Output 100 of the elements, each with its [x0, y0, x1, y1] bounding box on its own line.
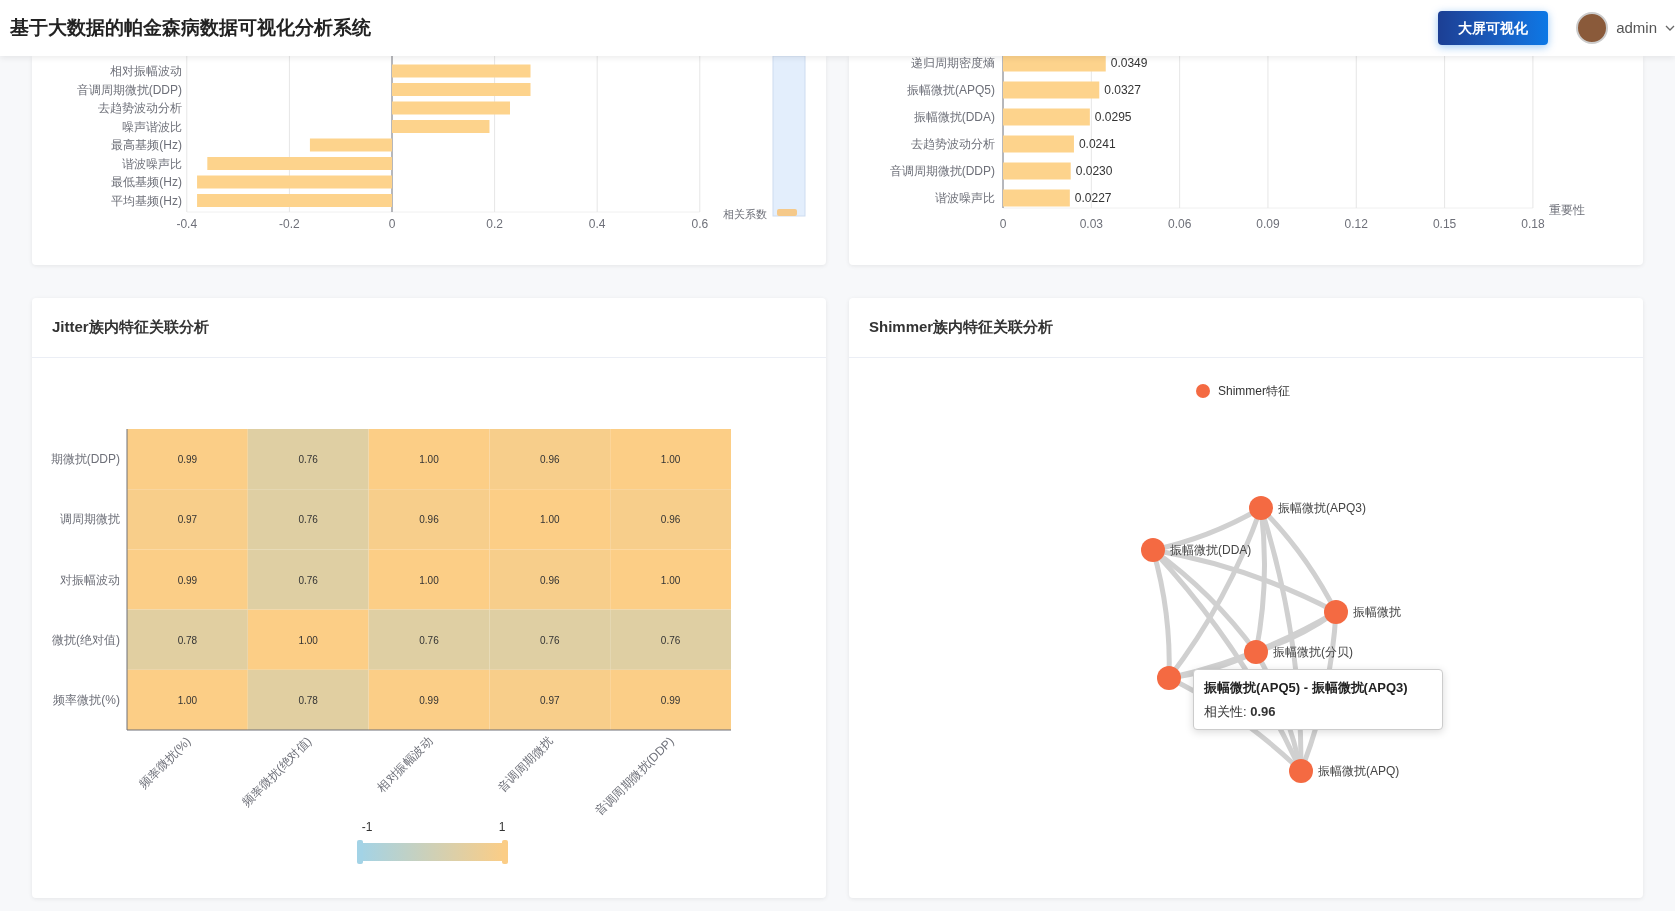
cell-value: 0.78	[298, 694, 318, 706]
cell-value: 1.00	[419, 454, 439, 466]
axis-label: 音调周期微扰(DDP)	[889, 164, 995, 178]
axis-tick-label: 0.18	[1521, 217, 1545, 231]
cell-value: 0.76	[298, 574, 318, 586]
bar	[1003, 135, 1074, 153]
axis-label: 微扰(绝对值)	[52, 632, 120, 647]
value-label: 0.0241	[1078, 137, 1116, 151]
axis-tick-label: 0	[999, 217, 1007, 231]
axis-label: 谐波噪声比	[935, 191, 995, 205]
cell-value: 0.99	[177, 574, 198, 586]
scale-label: -1	[361, 820, 373, 834]
graph-node[interactable]	[1244, 640, 1268, 664]
axis-tick-label: 0.4	[588, 217, 606, 231]
card-title: Shimmer族内特征关联分析	[869, 317, 1054, 338]
avatar[interactable]	[1576, 12, 1609, 44]
cell-value: 0.99	[419, 694, 439, 706]
chevron-down-icon[interactable]	[1665, 23, 1675, 33]
node-label: 振幅微扰(APQ)	[1318, 764, 1400, 778]
axis-label: 对振幅波动	[60, 572, 120, 587]
graph-node[interactable]	[1249, 496, 1273, 520]
axis-tick-label: 0.6	[691, 217, 709, 231]
axis-tick-label: -0.4	[176, 217, 198, 231]
axis-label: 相对振幅波动	[374, 734, 436, 796]
range-handle[interactable]	[502, 840, 508, 864]
axis-label: 去趋势波动分析	[911, 137, 995, 151]
value-label: 0.0327	[1104, 83, 1141, 97]
value-label: 0.0230	[1075, 164, 1113, 178]
axis-label: 频率微扰(绝对值)	[239, 734, 315, 810]
dashboard-button[interactable]: 大屏可视化	[1438, 11, 1549, 45]
cell-value: 1.00	[660, 454, 681, 466]
axis-label: 最高基频(Hz)	[111, 138, 182, 152]
cell-value: 0.96	[540, 574, 560, 586]
legend-label: Shimmer特征	[1218, 384, 1290, 398]
axis-label: 振幅微扰(DDA)	[913, 110, 995, 124]
axis-label: 期微扰(DDP)	[50, 452, 120, 467]
range-slider[interactable]	[772, 56, 806, 217]
cell-value: 1.00	[298, 634, 318, 646]
axis-label: 调周期微扰	[60, 512, 120, 527]
axis-label: 频率微扰(%)	[53, 692, 120, 707]
range-handle[interactable]	[357, 840, 363, 864]
axis-tick-label: 0.09	[1256, 217, 1280, 231]
graph-node[interactable]	[1141, 538, 1165, 562]
cell-value: 0.76	[419, 634, 439, 646]
scale-label: 1	[498, 820, 506, 834]
card-title: Jitter族内特征关联分析	[52, 317, 209, 338]
axis-label: 振幅微扰(APQ5)	[907, 83, 995, 97]
cell-value: 0.99	[177, 454, 198, 466]
cell-value: 1.00	[177, 694, 198, 706]
app-title: 基于大数据的帕金森病数据可视化分析系统	[10, 15, 371, 40]
range-handle[interactable]	[777, 209, 797, 216]
axis-title: 重要性	[1549, 203, 1585, 217]
graph-node[interactable]	[1157, 666, 1181, 690]
axis-tick-label: -0.2	[279, 217, 300, 231]
user-name[interactable]: admin	[1616, 16, 1657, 40]
axis-label: 去趋势波动分析	[98, 101, 182, 115]
node-label: 振幅微扰(APQ3)	[1278, 501, 1366, 515]
node-label: 振幅微扰(分贝)	[1273, 645, 1353, 659]
node-label: 振幅微扰	[1353, 605, 1401, 619]
cell-value: 0.78	[177, 634, 198, 646]
bar	[1003, 189, 1070, 207]
axis-tick-label: 0	[388, 217, 396, 231]
axis-label: 递归周期密度熵	[911, 56, 995, 70]
axis-label: 平均基频(Hz)	[111, 193, 182, 208]
cell-value: 0.96	[660, 514, 681, 526]
visual-map-label: 相关系数	[723, 208, 767, 220]
value-label: 0.0227	[1074, 191, 1112, 205]
color-scale[interactable]	[360, 843, 505, 861]
graph-node[interactable]	[1289, 759, 1313, 783]
axis-label: 相对振幅波动	[110, 64, 182, 78]
axis-tick-label: 0.15	[1432, 217, 1457, 231]
cell-value: 1.00	[419, 574, 439, 586]
cell-value: 0.96	[540, 454, 560, 466]
cell-value: 0.97	[177, 514, 198, 526]
axis-tick-label: 0.06	[1167, 217, 1192, 231]
cell-value: 0.76	[298, 514, 318, 526]
cell-value: 0.76	[540, 634, 560, 646]
cell-value: 1.00	[540, 514, 560, 526]
tooltip-title: 振幅微扰(APQ5) - 振幅微扰(APQ3)	[1204, 679, 1409, 697]
bar	[1003, 162, 1071, 180]
graph-node[interactable]	[1324, 600, 1348, 624]
cell-value: 0.76	[660, 634, 681, 646]
axis-label: 音调周期微扰(DDP)	[76, 82, 182, 97]
axis-tick-label: 0.03	[1079, 217, 1103, 231]
axis-label: 谐波噪声比	[122, 156, 182, 171]
tooltip-text: 相关性: 0.96	[1204, 702, 1277, 721]
cell-value: 0.99	[660, 694, 681, 706]
cell-value: 0.76	[298, 454, 318, 466]
axis-label: 噪声谐波比	[122, 119, 182, 134]
value-label: 0.0295	[1094, 110, 1132, 124]
cell-value: 0.96	[419, 514, 439, 526]
axis-label: 最低基频(Hz)	[111, 175, 182, 189]
cell-value: 1.00	[660, 574, 681, 586]
axis-tick-label: 0.2	[486, 217, 503, 231]
value-label: 0.0349	[1110, 56, 1148, 70]
axis-tick-label: 0.12	[1344, 217, 1368, 231]
axis-label: 音调周期微扰	[495, 734, 556, 796]
node-label: 振幅微扰(DDA)	[1170, 543, 1252, 557]
axis-label: 频率微扰(%)	[136, 734, 194, 792]
cell-value: 0.97	[540, 694, 560, 706]
